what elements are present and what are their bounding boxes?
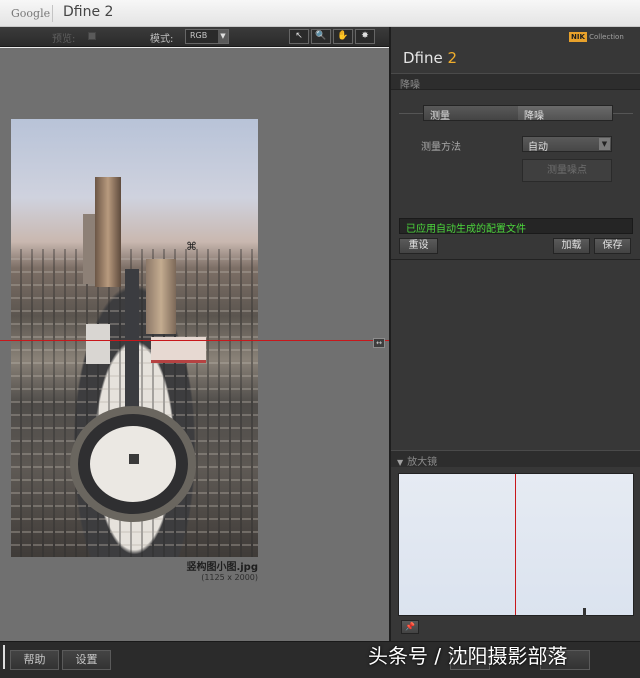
status-message: 已应用自动生成的配置文件 [399, 218, 633, 235]
loupe-view[interactable] [398, 473, 634, 616]
pin-icon[interactable]: 📌 [401, 620, 419, 634]
method-label: 测量方法 [421, 142, 461, 153]
watermark-text: 头条号 / 沈阳摄影部落 [368, 644, 568, 668]
settings-button[interactable]: 设置 [62, 650, 111, 670]
tab-measure[interactable]: 测量 [424, 106, 518, 122]
split-preview-line[interactable] [0, 340, 389, 341]
photo-building [146, 259, 176, 334]
preview-label: 预览: [52, 34, 76, 45]
product-title: Dfine 2 [403, 49, 458, 67]
chevron-down-icon: ▼ [397, 458, 404, 467]
tab-reduce[interactable]: 降噪 [518, 106, 612, 122]
app-title: Dfine 2 [63, 4, 114, 20]
chevron-down-icon: ▼ [218, 30, 228, 43]
measure-noise-button[interactable]: 测量噪点 [522, 159, 612, 182]
section-header-noise[interactable]: 降噪 [391, 73, 640, 91]
focus-point-icon[interactable]: ⌘ [186, 241, 197, 252]
mode-tabs: 测量 降噪 [423, 105, 613, 122]
google-brand: Google [11, 7, 51, 20]
title-separator [52, 5, 53, 22]
mode-select[interactable]: RGB ▼ [185, 29, 229, 44]
nik-collection-logo: NIK Collection [569, 32, 624, 42]
load-button[interactable]: 加载 [553, 238, 590, 254]
photo-building [86, 324, 110, 364]
light-tool-icon[interactable]: ✸ [355, 29, 375, 44]
divider [613, 113, 633, 114]
loupe-detail [583, 608, 586, 616]
preview-photo[interactable]: ⌘ [11, 119, 258, 557]
photo-plaza [78, 414, 188, 514]
mode-value: RGB [190, 31, 208, 40]
photo-monument [129, 454, 139, 464]
hand-tool-icon[interactable]: ✋ [333, 29, 353, 44]
method-select[interactable]: 自动 ▼ [522, 136, 612, 153]
loupe-split-line [515, 474, 516, 615]
mode-label: 模式: [150, 34, 174, 45]
preview-toolbar: 预览: 模式: RGB ▼ ↖ 🔍 ✋ ✸ [0, 27, 389, 47]
help-button[interactable]: 帮助 [10, 650, 59, 670]
arrow-tool-icon[interactable]: ↖ [289, 29, 309, 44]
control-panel: NIK Collection Dfine 2 降噪 测量 降噪 测量方法 自动 … [389, 27, 640, 641]
preview-checkbox[interactable] [88, 32, 96, 40]
split-handle-icon[interactable]: ↔ [373, 338, 385, 348]
divider [399, 113, 423, 114]
image-caption: 竖构图小图.jpg (1125 x 2000) [186, 558, 258, 582]
zoom-tool-icon[interactable]: 🔍 [311, 29, 331, 44]
loupe-header[interactable]: ▼ 放大镜 [391, 450, 640, 468]
image-filename: 竖构图小图.jpg [186, 562, 258, 573]
save-button[interactable]: 保存 [594, 238, 631, 254]
method-value: 自动 [528, 142, 548, 153]
text-caret [3, 645, 5, 669]
preview-area[interactable]: ⌘ 竖构图小图.jpg (1125 x 2000) ↔ [0, 48, 389, 641]
divider [391, 259, 640, 260]
window-title-bar: Google Dfine 2 [0, 0, 640, 27]
photo-skyscraper [95, 177, 121, 287]
image-dimensions: (1125 x 2000) [201, 573, 258, 582]
reset-button[interactable]: 重设 [399, 238, 438, 254]
chevron-down-icon: ▼ [599, 138, 610, 150]
photo-avenue [125, 269, 139, 409]
